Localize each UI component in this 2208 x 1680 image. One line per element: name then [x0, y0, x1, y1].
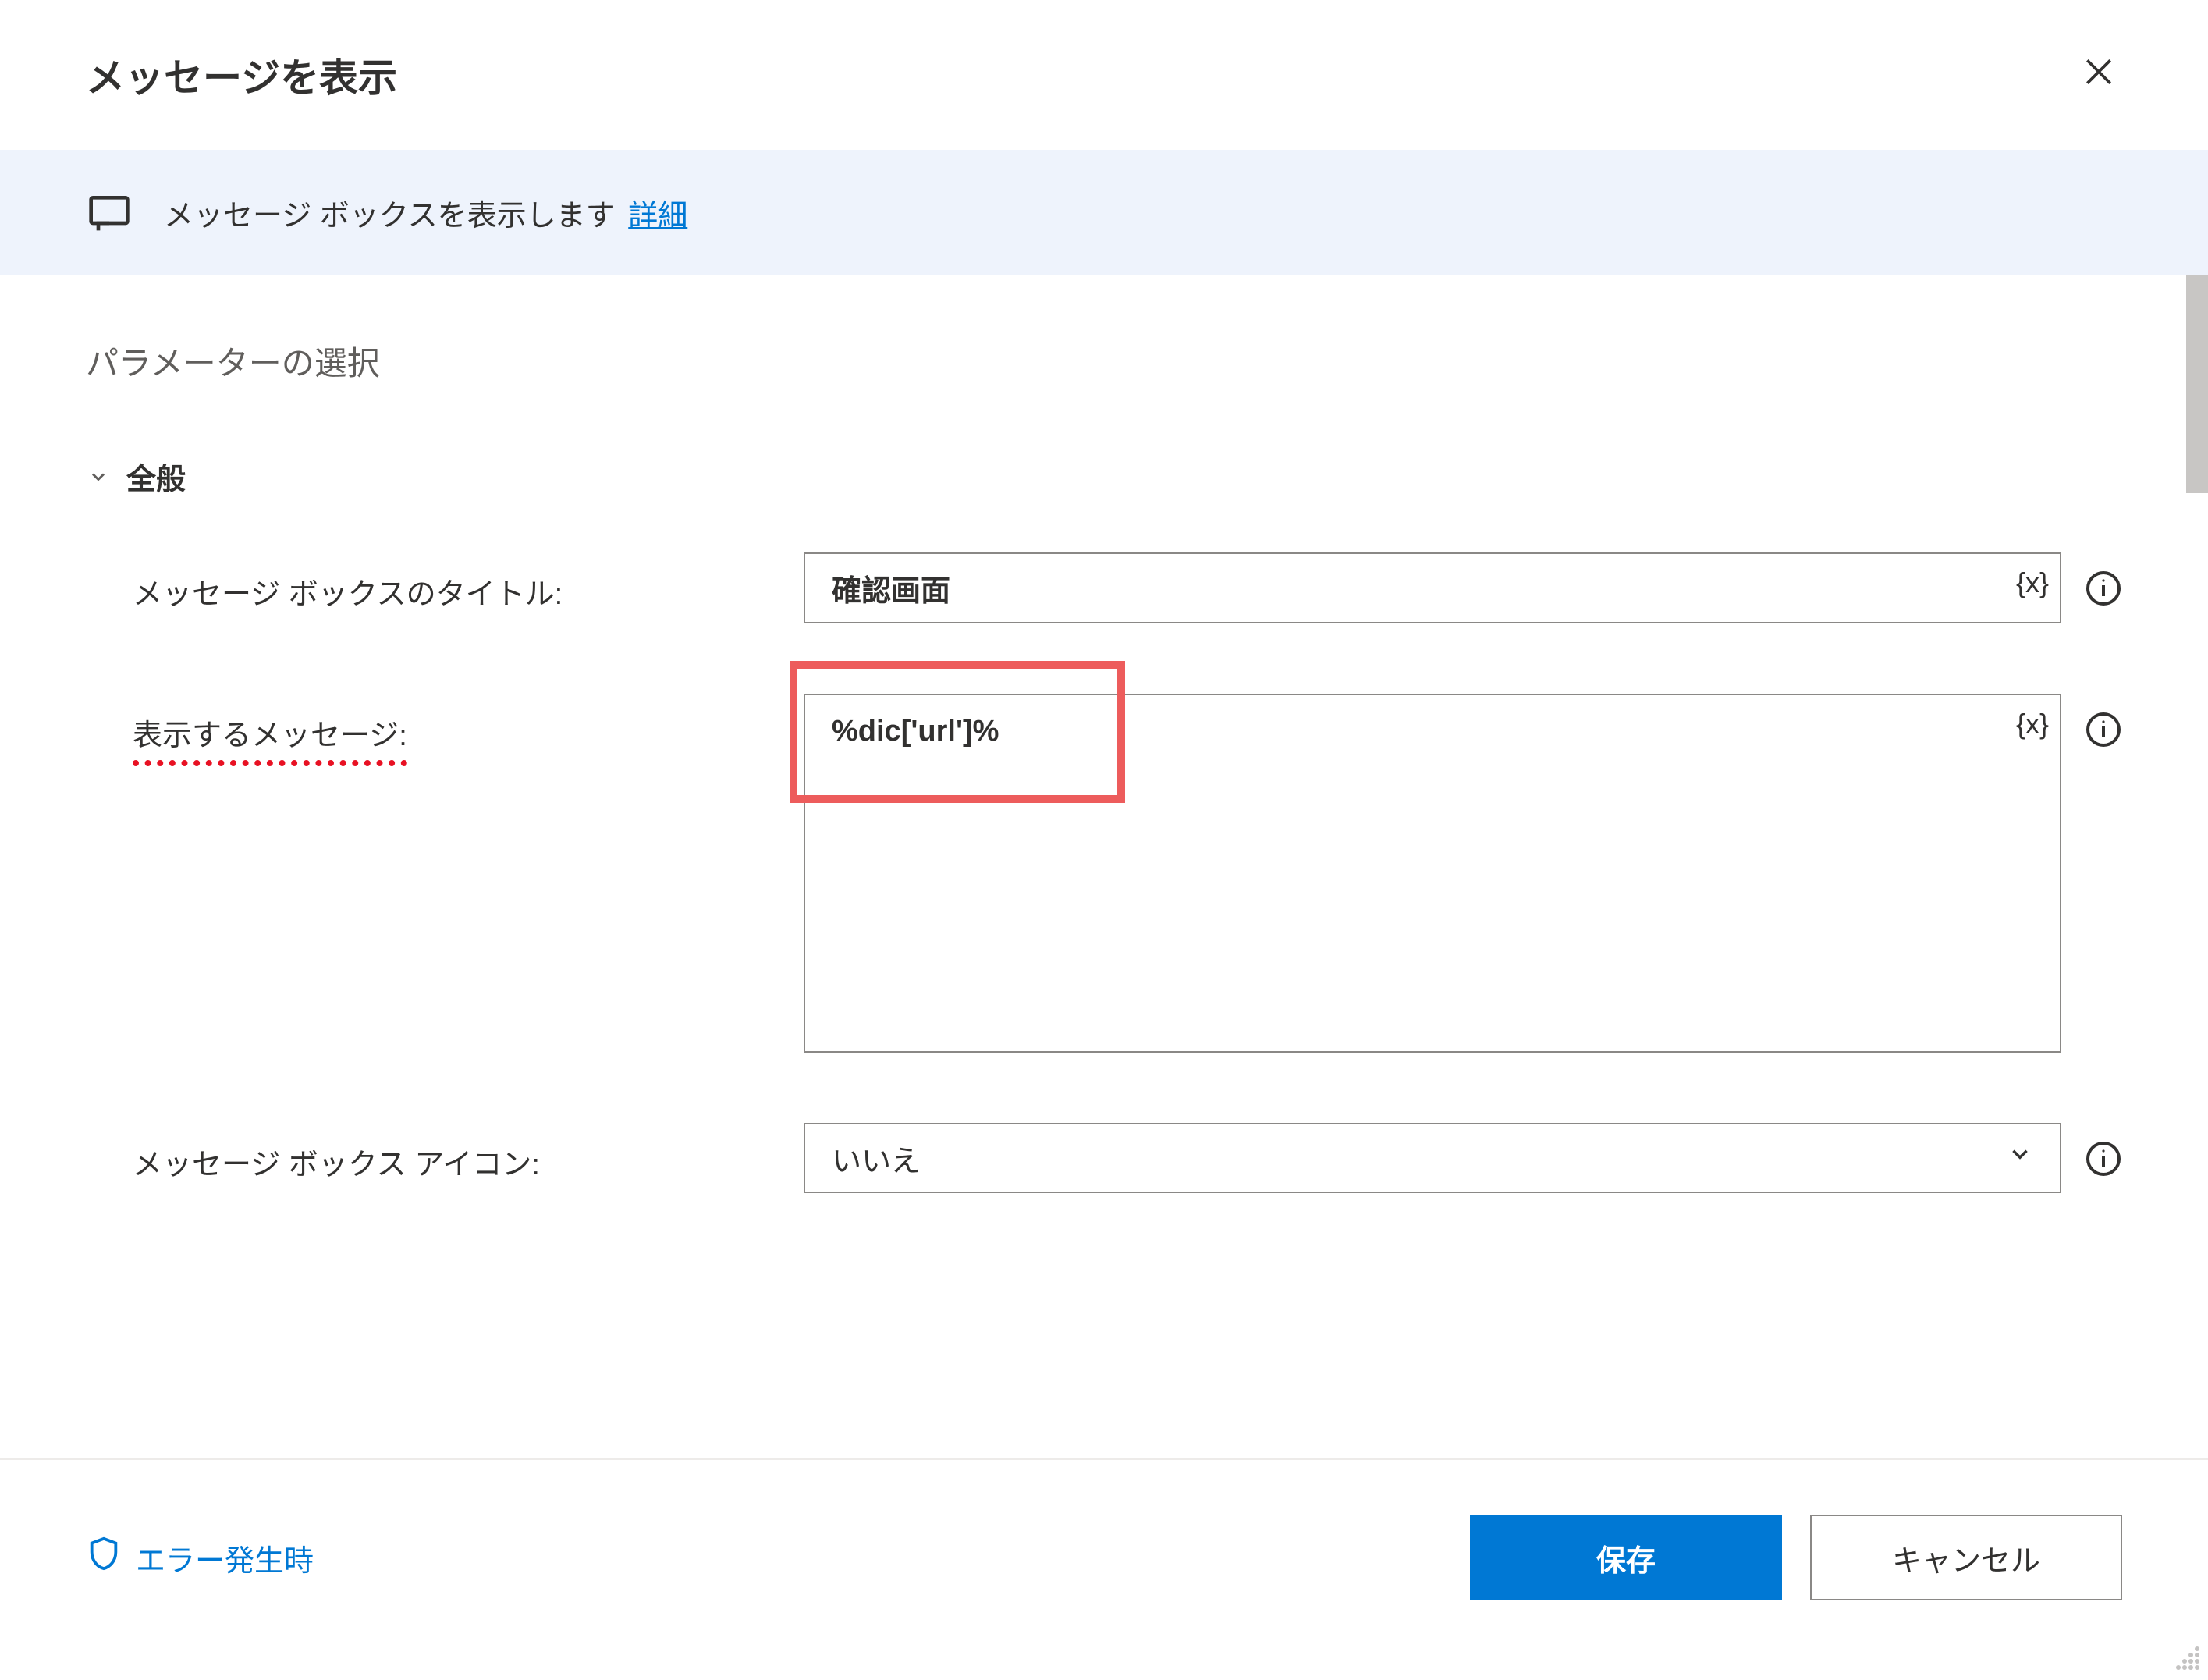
section-title: パラメーターの選択	[86, 337, 2122, 385]
cancel-button[interactable]: キャンセル	[1810, 1515, 2122, 1600]
chevron-down-icon	[2007, 1141, 2033, 1175]
info-icon[interactable]	[2085, 1140, 2122, 1177]
info-banner: メッセージ ボックスを表示します 詳細	[0, 150, 2208, 275]
display-message-dialog: メッセージを表示 メッセージ ボックスを表示します 詳細 パラメーターの選択 全…	[0, 0, 2208, 1678]
info-icon[interactable]	[2085, 570, 2122, 607]
label-message-box-title: メッセージ ボックスのタイトル:	[133, 552, 804, 613]
dialog-header: メッセージを表示	[0, 0, 2208, 150]
select-value: いいえ	[832, 1137, 921, 1180]
footer-buttons: 保存 キャンセル	[1470, 1515, 2122, 1600]
label-message-box-icon: メッセージ ボックス アイコン:	[133, 1123, 804, 1183]
save-button[interactable]: 保存	[1470, 1515, 1782, 1600]
row-message-to-display: 表示するメッセージ: {x}	[86, 694, 2122, 1053]
close-button[interactable]	[2075, 52, 2122, 98]
close-icon	[2082, 55, 2116, 95]
scrollbar-thumb[interactable]	[2186, 275, 2208, 493]
message-box-icon	[86, 189, 133, 236]
insert-variable-button[interactable]: {x}	[2016, 708, 2049, 741]
input-message-to-display[interactable]	[804, 694, 2061, 1053]
info-icon[interactable]	[2085, 711, 2122, 748]
group-general-label: 全般	[126, 455, 186, 498]
label-message-to-display-text: 表示するメッセージ:	[133, 711, 407, 766]
resize-grip[interactable]	[2172, 1643, 2203, 1674]
input-message-box-title[interactable]	[804, 552, 2061, 623]
insert-variable-button[interactable]: {x}	[2016, 567, 2049, 599]
shield-icon	[86, 1536, 122, 1579]
dialog-title: メッセージを表示	[86, 47, 397, 103]
chevron-down-icon	[86, 464, 111, 489]
banner-text-content: メッセージ ボックスを表示します	[164, 200, 616, 233]
details-link[interactable]: 詳細	[628, 200, 687, 233]
select-message-box-icon[interactable]: いいえ	[804, 1123, 2061, 1193]
dialog-body: パラメーターの選択 全般 メッセージ ボックスのタイトル: {x}	[0, 275, 2208, 1458]
on-error-label: エラー発生時	[136, 1536, 314, 1579]
on-error-link[interactable]: エラー発生時	[86, 1536, 314, 1579]
group-general-toggle[interactable]: 全般	[86, 455, 2122, 498]
banner-text: メッセージ ボックスを表示します 詳細	[164, 191, 687, 234]
row-message-box-icon: メッセージ ボックス アイコン: いいえ	[86, 1123, 2122, 1193]
label-message-to-display: 表示するメッセージ:	[133, 694, 804, 766]
row-message-box-title: メッセージ ボックスのタイトル: {x}	[86, 552, 2122, 623]
dialog-footer: エラー発生時 保存 キャンセル	[0, 1460, 2208, 1678]
